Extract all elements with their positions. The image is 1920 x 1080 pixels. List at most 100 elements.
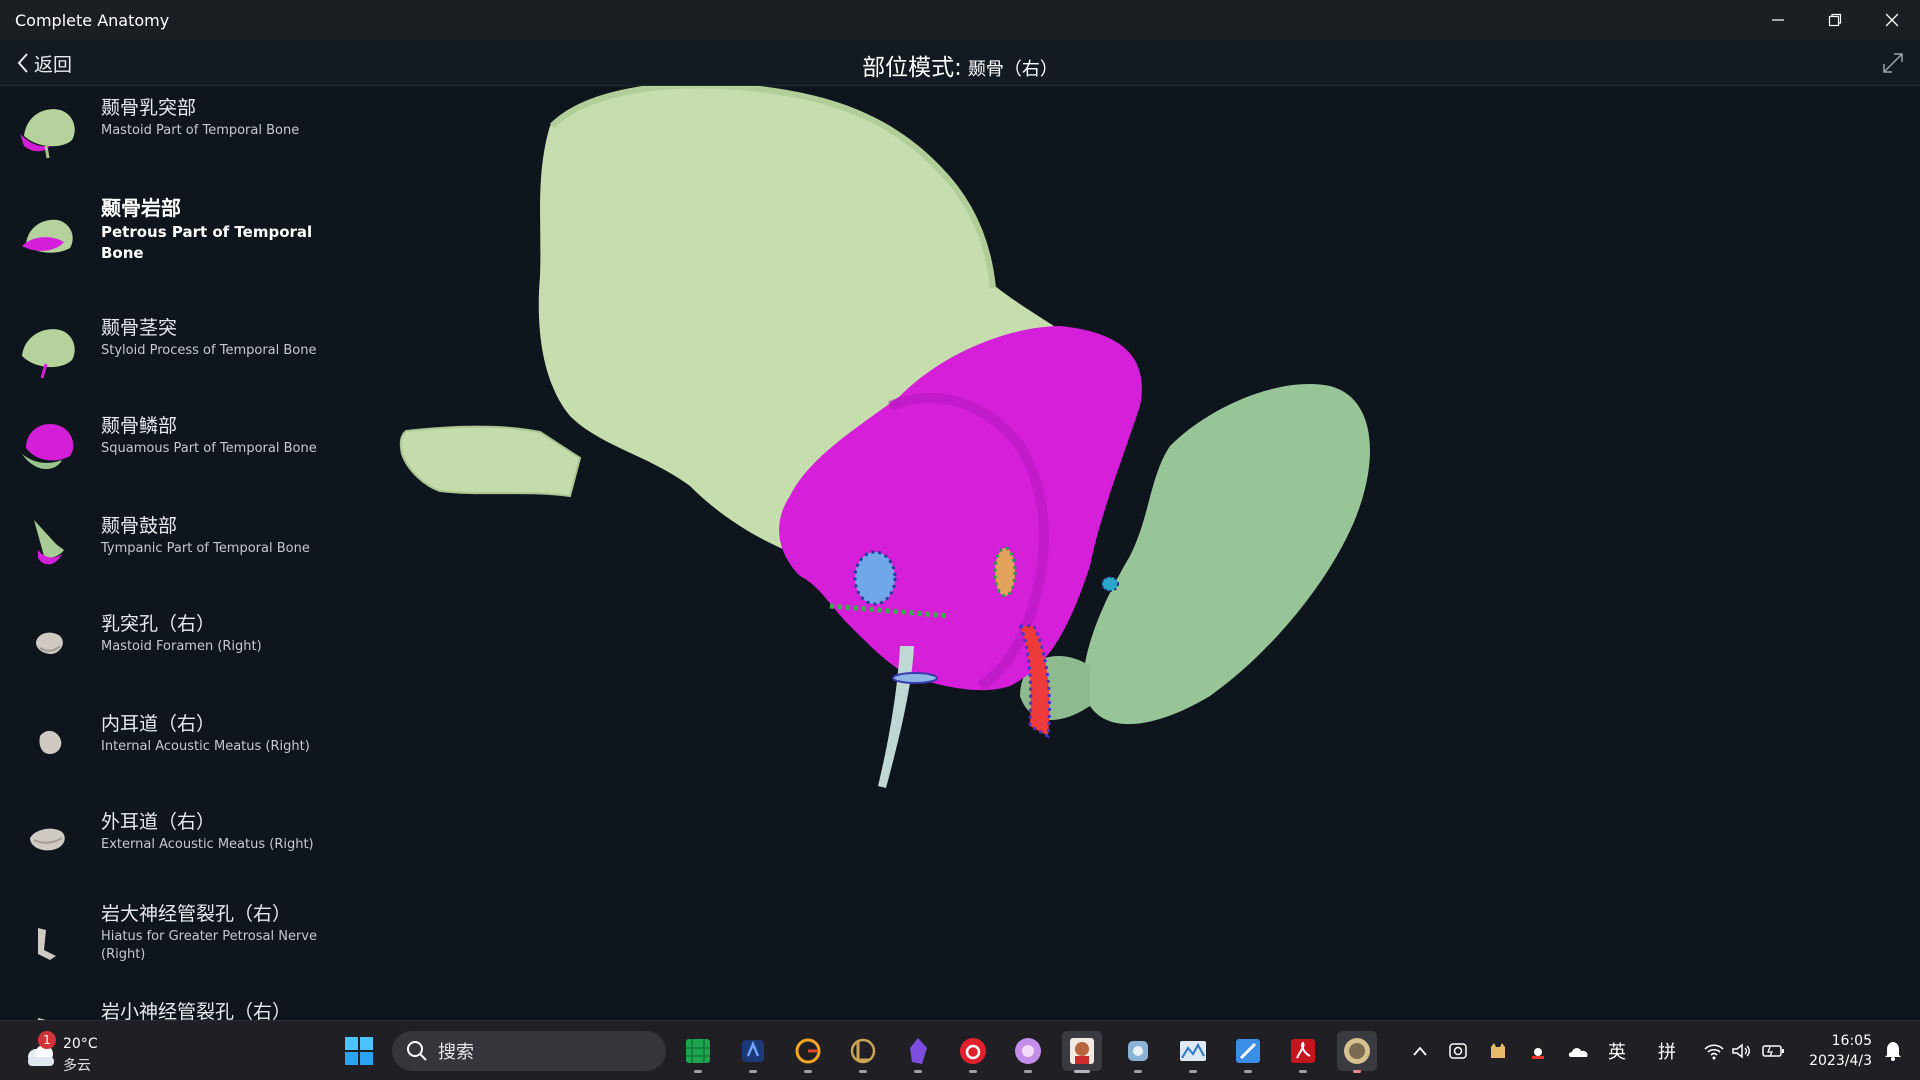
zygomatic-process bbox=[399, 425, 582, 498]
notification-center-button[interactable] bbox=[1882, 1039, 1906, 1063]
grammarly-icon bbox=[795, 1038, 821, 1064]
taskbar-app-complete-anatomy[interactable] bbox=[1337, 1031, 1377, 1073]
tray-volume[interactable] bbox=[1730, 1039, 1754, 1063]
structure-name-cn: 岩小神经管裂孔（右） bbox=[101, 1001, 292, 1020]
lesser-petrosal-hiatus-thumbnail bbox=[37, 1018, 46, 1020]
mode-label: 部位模式: bbox=[862, 55, 962, 81]
petrous-part-thumbnail bbox=[22, 219, 73, 253]
greater-petrosal-hiatus-thumbnail bbox=[38, 928, 56, 960]
onedrive-icon bbox=[1568, 1048, 1588, 1057]
list-item[interactable]: 内耳道（右） Internal Acoustic Meatus (Right) bbox=[0, 712, 330, 792]
start-button[interactable] bbox=[344, 1036, 374, 1066]
camera-icon bbox=[1449, 1043, 1467, 1059]
app-running-indicator bbox=[1024, 1070, 1032, 1073]
list-item[interactable]: 岩小神经管裂孔（右） bbox=[0, 1000, 330, 1020]
mastoid-foramen-thumbnail bbox=[36, 632, 63, 654]
league-icon bbox=[850, 1038, 876, 1064]
battery-icon bbox=[1762, 1045, 1784, 1057]
list-item[interactable]: 岩大神经管裂孔（右） Hiatus for Greater Petrosal N… bbox=[0, 902, 330, 1002]
list-item[interactable]: 颞骨茎突 Styloid Process of Temporal Bone bbox=[0, 316, 330, 396]
list-item[interactable]: 外耳道（右） External Acoustic Meatus (Right) bbox=[0, 810, 330, 890]
taskbar-app-netease[interactable] bbox=[953, 1031, 993, 1073]
structure-name-cn: 颞骨乳突部 bbox=[101, 97, 197, 119]
tray-camera[interactable] bbox=[1446, 1039, 1470, 1063]
expand-icon bbox=[1883, 53, 1903, 73]
search-placeholder: 搜索 bbox=[438, 1042, 474, 1063]
taskbar-app-pdf[interactable] bbox=[1283, 1031, 1323, 1073]
subject-label: 颞骨（右） bbox=[967, 59, 1058, 80]
3d-viewport[interactable] bbox=[330, 82, 1920, 1020]
tray-ime[interactable]: 拼 bbox=[1654, 1039, 1680, 1063]
taskbar-app-ink[interactable] bbox=[733, 1031, 773, 1073]
styloid-process-thumbnail bbox=[22, 329, 75, 379]
squamous-part-thumbnail bbox=[22, 424, 74, 470]
pdf-icon bbox=[1291, 1039, 1315, 1063]
structure-name-cn: 内耳道（右） bbox=[101, 713, 216, 735]
taskbar-app-obsidian[interactable] bbox=[898, 1031, 938, 1073]
list-item[interactable]: 乳突孔（右） Mastoid Foramen (Right) bbox=[0, 612, 330, 692]
taskbar-app-league[interactable] bbox=[843, 1031, 883, 1073]
fullscreen-button[interactable] bbox=[1880, 50, 1906, 76]
taskbar-app-blue[interactable] bbox=[1228, 1031, 1268, 1073]
app-active-indicator bbox=[1074, 1070, 1090, 1073]
app-running-indicator bbox=[1299, 1070, 1307, 1073]
external-meatus-marker bbox=[892, 672, 938, 684]
app-running-indicator bbox=[749, 1070, 757, 1073]
taskbar-app-fairy[interactable] bbox=[1008, 1031, 1048, 1073]
tray-qq[interactable] bbox=[1526, 1039, 1550, 1063]
page-title: 部位模式: 颞骨（右） bbox=[0, 48, 1920, 82]
minimize-button[interactable] bbox=[1749, 0, 1806, 40]
taskbar-app-avatar[interactable] bbox=[1062, 1031, 1102, 1073]
obsidian-icon bbox=[910, 1038, 927, 1064]
window-controls bbox=[1749, 0, 1920, 40]
list-item[interactable]: 颞骨鼓部 Tympanic Part of Temporal Bone bbox=[0, 514, 330, 594]
tray-cat-app[interactable] bbox=[1486, 1039, 1510, 1063]
weather-widget[interactable]: 1 20°C 多云 bbox=[20, 1029, 110, 1074]
structure-name-en: Mastoid Foramen (Right) bbox=[101, 639, 262, 654]
close-icon bbox=[1885, 13, 1898, 27]
pet-icon bbox=[1128, 1041, 1148, 1061]
structure-name-cn: 颞骨茎突 bbox=[101, 317, 178, 339]
list-item[interactable]: 颞骨鳞部 Squamous Part of Temporal Bone bbox=[0, 414, 330, 494]
windows-icon bbox=[345, 1037, 373, 1065]
blue-app-icon bbox=[1236, 1039, 1260, 1063]
taskbar-search[interactable]: 搜索 bbox=[392, 1031, 666, 1071]
ink-icon bbox=[742, 1040, 764, 1062]
show-hidden-icons-button[interactable] bbox=[1408, 1039, 1432, 1063]
taskbar-clock[interactable]: 16:05 2023/4/3 bbox=[1792, 1031, 1872, 1071]
taskbar-app-grammarly[interactable] bbox=[788, 1031, 828, 1073]
structure-name-cn: 乳突孔（右） bbox=[101, 613, 216, 635]
app-title: Complete Anatomy bbox=[15, 10, 170, 30]
qq-icon bbox=[1532, 1043, 1544, 1059]
structure-name-en: Petrous Part of Temporal Bone bbox=[101, 223, 313, 262]
structure-name-cn: 颞骨岩部 bbox=[101, 196, 181, 220]
restore-button[interactable] bbox=[1806, 0, 1863, 40]
app-running-indicator bbox=[1134, 1070, 1142, 1073]
taskbar-app-sheets[interactable] bbox=[678, 1031, 718, 1073]
mastoid-part-thumbnail bbox=[20, 109, 75, 159]
list-item-text: 岩大神经管裂孔（右） Hiatus for Greater Petrosal N… bbox=[101, 902, 326, 964]
weather-description: 多云 bbox=[63, 1058, 91, 1074]
tray-battery[interactable] bbox=[1760, 1039, 1786, 1063]
list-item-selected[interactable]: 颞骨岩部 Petrous Part of Temporal Bone bbox=[0, 196, 330, 296]
tray-language[interactable]: 英 bbox=[1604, 1039, 1630, 1063]
app-running-indicator bbox=[1353, 1070, 1361, 1073]
structure-list: 颞骨乳突部 Mastoid Part of Temporal Bone 颞骨岩部… bbox=[0, 86, 330, 1020]
close-button[interactable] bbox=[1863, 0, 1920, 40]
tray-wifi[interactable] bbox=[1702, 1039, 1726, 1063]
structure-name-en: Hiatus for Greater Petrosal Nerve (Right… bbox=[101, 929, 317, 962]
volume-icon bbox=[1732, 1043, 1750, 1059]
notification-bell-icon bbox=[1885, 1042, 1901, 1061]
taskbar-app-pet[interactable] bbox=[1118, 1031, 1158, 1073]
taskbar-app-chart[interactable] bbox=[1173, 1031, 1213, 1073]
minimize-icon bbox=[1771, 19, 1784, 21]
taskbar: 1 20°C 多云 搜索 英 拼 16:05 2023/4/3 bbox=[0, 1020, 1920, 1080]
restore-icon bbox=[1828, 13, 1841, 27]
list-item[interactable]: 颞骨乳突部 Mastoid Part of Temporal Bone bbox=[0, 96, 330, 176]
tray-onedrive[interactable] bbox=[1566, 1039, 1592, 1063]
list-item-text: 颞骨乳突部 Mastoid Part of Temporal Bone bbox=[101, 96, 326, 140]
internal-acoustic-meatus-thumbnail bbox=[39, 730, 62, 754]
list-item-text: 外耳道（右） External Acoustic Meatus (Right) bbox=[101, 810, 326, 854]
temporal-bone-model[interactable] bbox=[330, 82, 1920, 1020]
weather-temperature: 20°C bbox=[63, 1036, 98, 1052]
